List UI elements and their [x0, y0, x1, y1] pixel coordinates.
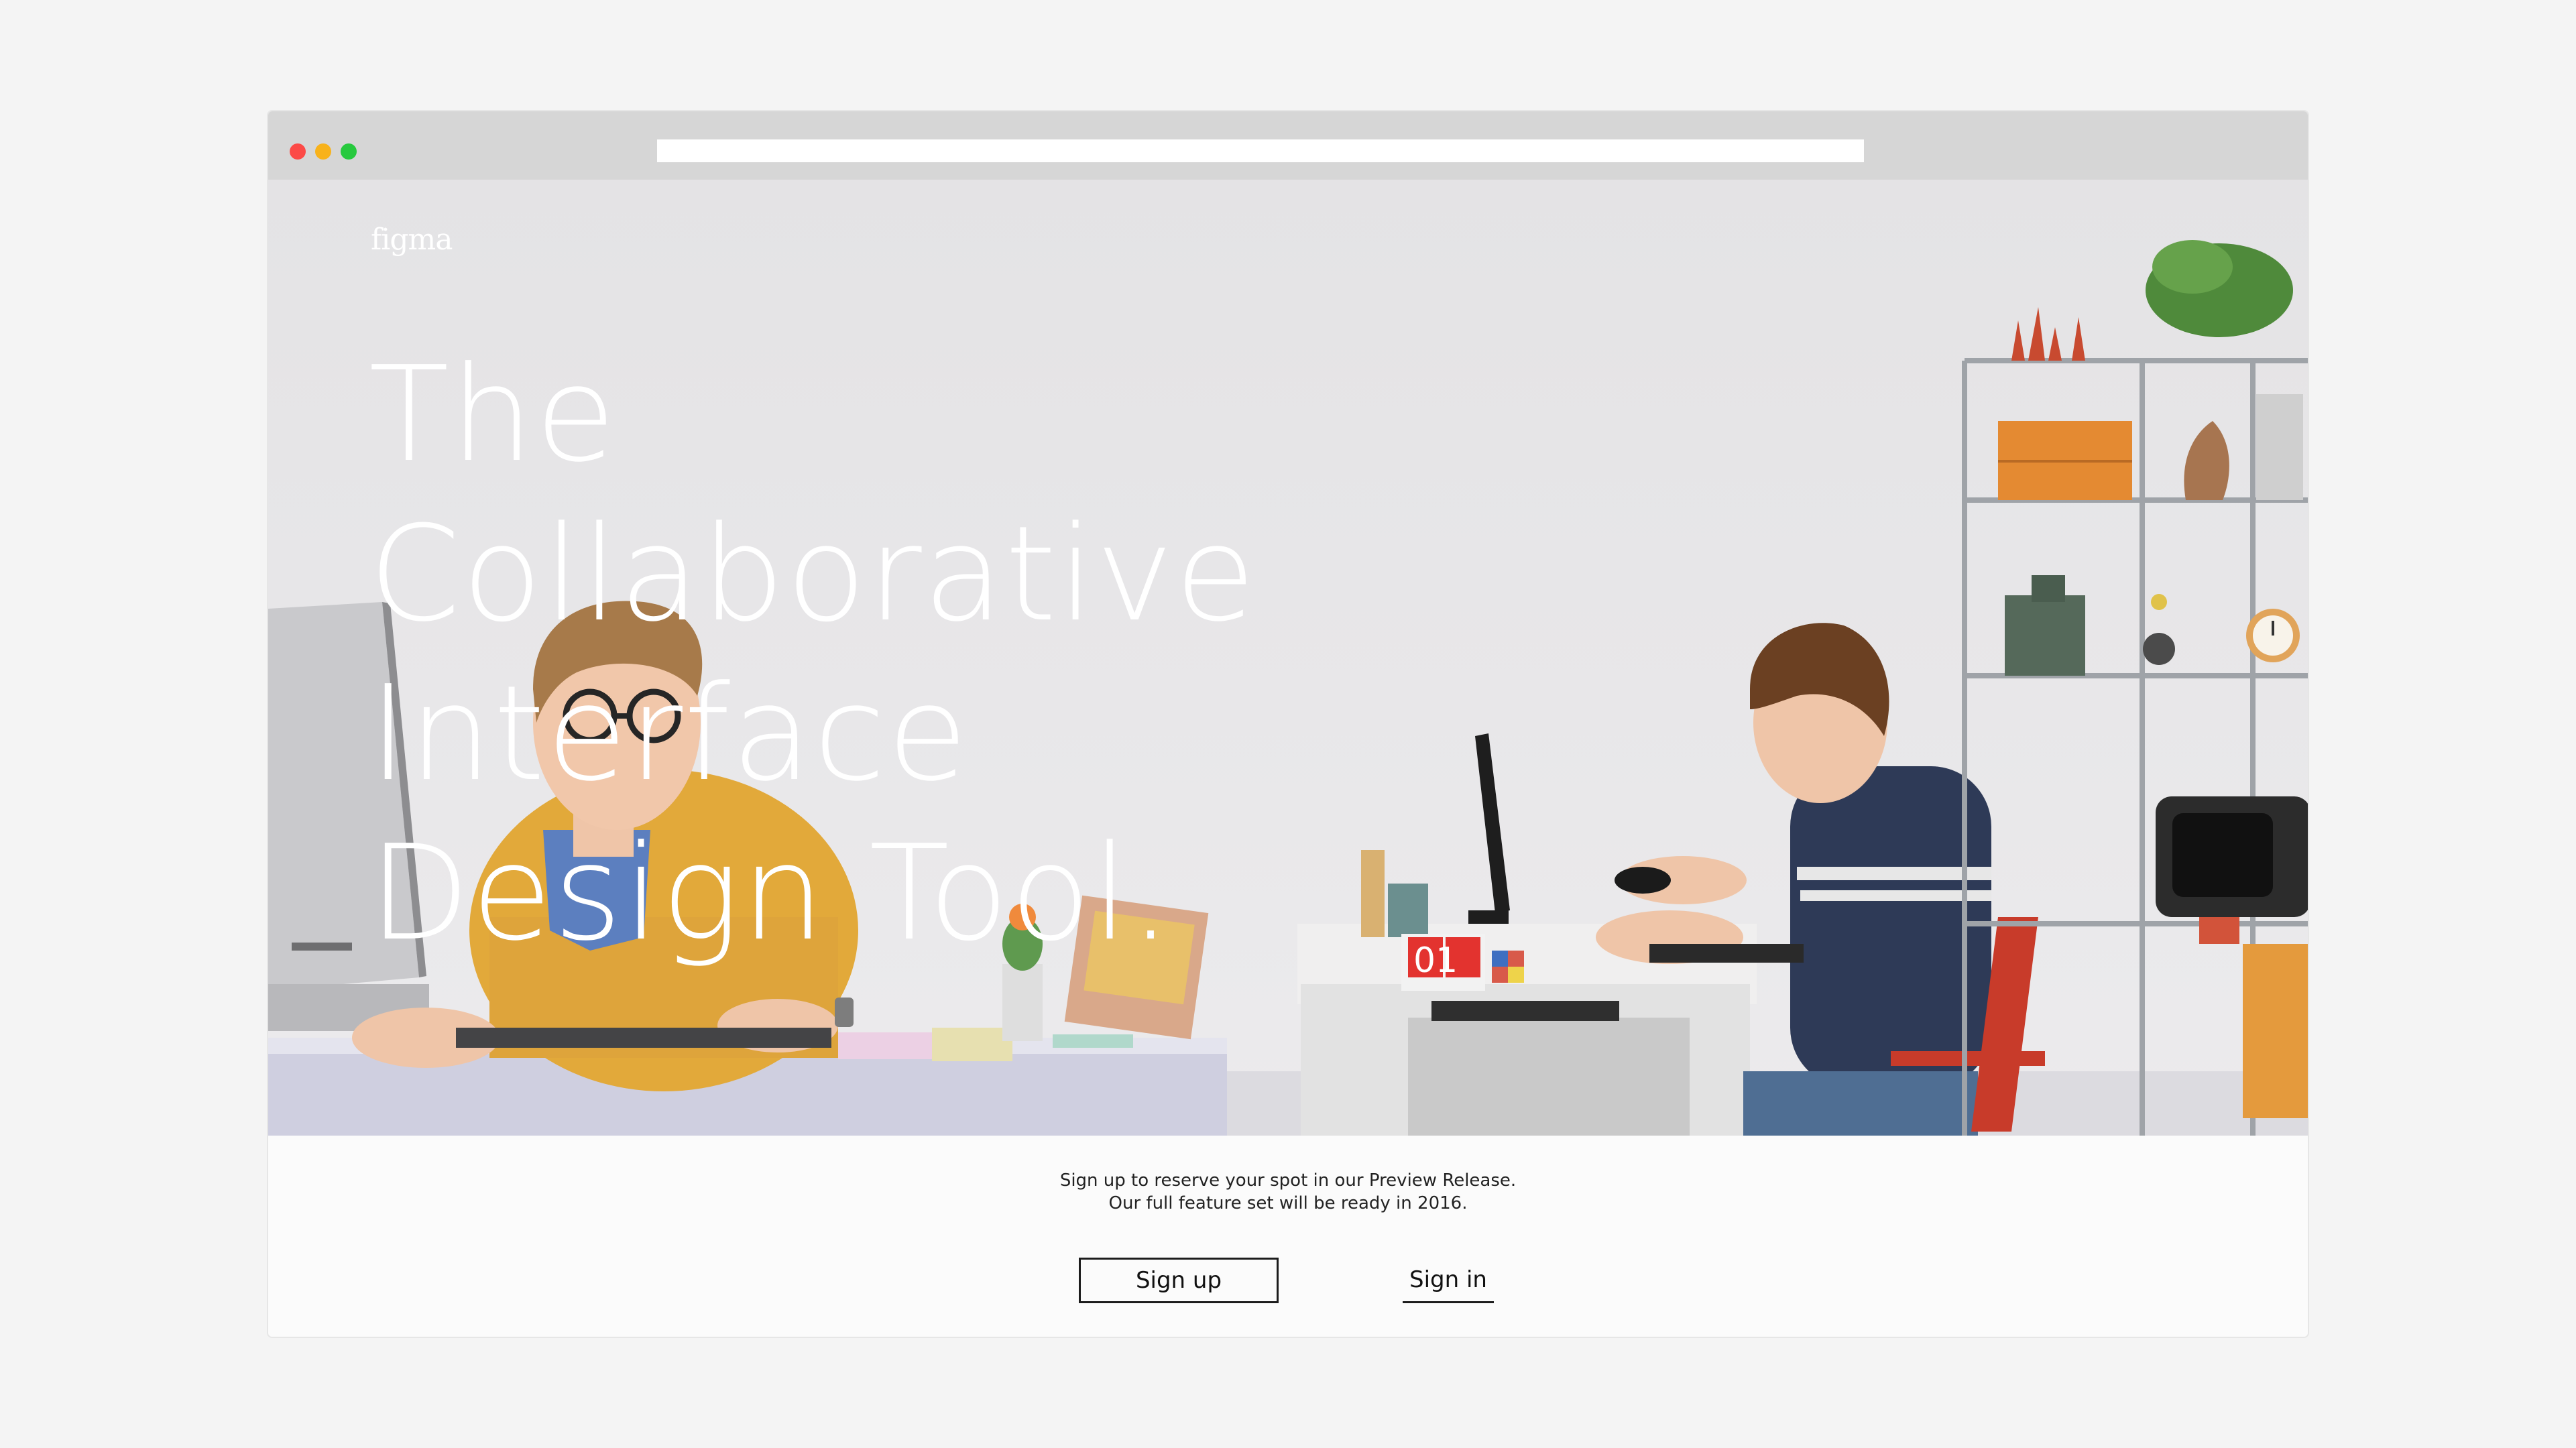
maximize-window-button[interactable]	[341, 143, 357, 160]
figma-logo[interactable]: figma	[371, 223, 453, 257]
signup-message-line: Our full feature set will be ready in 20…	[1108, 1193, 1468, 1213]
headline-line: The	[369, 339, 618, 491]
sign-in-link[interactable]: Sign in	[1403, 1258, 1494, 1303]
headline-line: Interface	[369, 658, 970, 810]
close-window-button[interactable]	[290, 143, 306, 160]
monitor-right	[1475, 733, 1510, 913]
headline-line: Collaborative	[369, 498, 1257, 651]
hero-section: 01 figma The Collaborative Interface Des…	[268, 180, 2308, 1136]
headline-line: Design Tool.	[369, 817, 1173, 970]
keyboard	[1649, 944, 1804, 963]
signup-message: Sign up to reserve your spot in our Prev…	[268, 1169, 2308, 1215]
green-blocks	[2005, 595, 2085, 676]
calendar-digits: 01	[1413, 941, 1458, 981]
hero-headline: The Collaborative Interface Design Tool.	[369, 335, 1257, 973]
man-shirt	[1790, 766, 1991, 1088]
browser-window: 01 figma The Collaborative Interface Des…	[267, 110, 2309, 1338]
signup-message-line: Sign up to reserve your spot in our Prev…	[1059, 1170, 1517, 1191]
address-bar[interactable]	[657, 139, 1864, 162]
window-titlebar	[268, 111, 2308, 180]
signup-section: Sign up to reserve your spot in our Prev…	[268, 1136, 2308, 1337]
minimize-window-button[interactable]	[315, 143, 331, 160]
sign-up-button[interactable]: Sign up	[1079, 1258, 1279, 1303]
